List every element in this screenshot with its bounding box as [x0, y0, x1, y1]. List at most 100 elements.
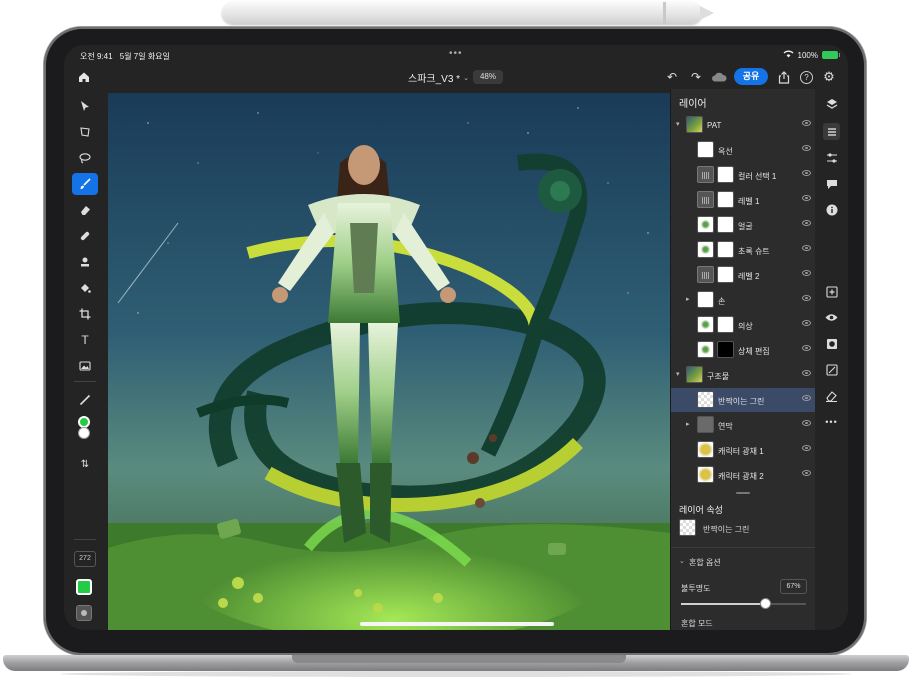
- eyedropper-tool-icon[interactable]: [72, 389, 98, 411]
- layer-row-selected[interactable]: 반짝이는 그린: [671, 388, 816, 412]
- comments-icon[interactable]: [823, 175, 840, 192]
- place-image-icon[interactable]: [72, 355, 98, 377]
- layer-row[interactable]: 옥선: [671, 138, 816, 162]
- layer-row[interactable]: 레벨 1: [671, 188, 816, 212]
- panel-resize-handle[interactable]: [736, 492, 750, 494]
- eye-icon[interactable]: [802, 120, 811, 126]
- eye-icon[interactable]: [802, 445, 811, 451]
- layer-name: 반짝이는 그린: [718, 397, 765, 406]
- eye-icon[interactable]: [802, 420, 811, 426]
- mask-icon[interactable]: [823, 335, 840, 352]
- layer-name: 컬러 선택 1: [738, 172, 777, 181]
- home-indicator[interactable]: [360, 622, 554, 626]
- layer-row[interactable]: 레벨 2: [671, 263, 816, 287]
- redo-icon[interactable]: ↷: [688, 69, 704, 85]
- move-tool-icon[interactable]: [72, 95, 98, 117]
- eye-icon[interactable]: [802, 270, 811, 276]
- add-layer-icon[interactable]: [823, 283, 840, 300]
- adjustments-sliders-icon[interactable]: [823, 149, 840, 166]
- opacity-slider-track[interactable]: [681, 603, 806, 605]
- document-title[interactable]: 스파크_V3 * ⌄: [408, 70, 469, 85]
- more-tools-icon[interactable]: •••: [72, 629, 98, 630]
- eye-icon[interactable]: [802, 195, 811, 201]
- opacity-slider-thumb[interactable]: [759, 598, 771, 609]
- export-icon[interactable]: [776, 69, 792, 85]
- visibility-eye-icon[interactable]: [823, 309, 840, 326]
- transform-tool-icon[interactable]: [72, 121, 98, 143]
- type-tool-icon[interactable]: T: [72, 329, 98, 351]
- cloud-icon[interactable]: [710, 69, 728, 85]
- home-icon[interactable]: [76, 69, 92, 85]
- adjustment-layer-icon[interactable]: [823, 361, 840, 378]
- eye-icon[interactable]: [802, 470, 811, 476]
- blend-options-header[interactable]: 혼합 옵션: [689, 557, 721, 568]
- eye-icon[interactable]: [802, 170, 811, 176]
- crop-tool-icon[interactable]: [72, 303, 98, 325]
- eye-icon[interactable]: [802, 345, 811, 351]
- layer-row[interactable]: 얼굴: [671, 213, 816, 237]
- layer-row[interactable]: 캐릭터 광채 1: [671, 438, 816, 462]
- paint-bucket-tool-icon[interactable]: [72, 277, 98, 299]
- chevron-right-icon[interactable]: ▸: [686, 420, 690, 428]
- canvas[interactable]: [108, 93, 670, 630]
- layer-name: 레벨 2: [738, 272, 760, 281]
- more-options-icon[interactable]: •••: [823, 413, 840, 430]
- eye-icon[interactable]: [802, 370, 811, 376]
- layer-row[interactable]: 초록 슈트: [671, 238, 816, 262]
- layer-row[interactable]: ▸ 손: [671, 288, 816, 312]
- selected-layer-thumbnail: [679, 519, 696, 536]
- layer-row[interactable]: ▾ 구조물: [671, 363, 816, 387]
- layers-panel-title: 레이어: [679, 99, 707, 110]
- layer-mask-thumbnail: [717, 266, 734, 283]
- eye-icon[interactable]: [802, 295, 811, 301]
- share-button[interactable]: 공유: [734, 68, 768, 85]
- clone-stamp-tool-icon[interactable]: [72, 251, 98, 273]
- help-icon[interactable]: ?: [800, 71, 813, 84]
- color-swatches[interactable]: [72, 415, 98, 439]
- layer-row[interactable]: 캐릭터 광채 2: [671, 463, 816, 487]
- layer-thumbnail: [686, 366, 703, 383]
- eye-icon[interactable]: [802, 245, 811, 251]
- undo-icon[interactable]: ↶: [664, 69, 680, 85]
- settings-gear-icon[interactable]: ⚙: [821, 69, 837, 85]
- layer-row[interactable]: 상체 편집: [671, 338, 816, 362]
- chevron-down-icon[interactable]: ▾: [676, 370, 680, 378]
- eye-icon[interactable]: [802, 320, 811, 326]
- healing-tool-icon[interactable]: [72, 225, 98, 247]
- opacity-input[interactable]: 67%: [780, 579, 807, 594]
- layer-name: 옥선: [718, 147, 733, 156]
- chevron-right-icon[interactable]: ▸: [686, 295, 690, 303]
- brush-tool-icon[interactable]: [72, 173, 98, 195]
- layer-mask-thumbnail: [717, 241, 734, 258]
- chevron-down-icon[interactable]: ⌄: [679, 557, 685, 565]
- layer-properties-title: 레이어 속성: [679, 505, 723, 515]
- eye-icon[interactable]: [802, 220, 811, 226]
- info-icon[interactable]: [823, 201, 840, 218]
- status-bar: 오전 9:41 5월 7일 화요일 ••• 100%: [64, 45, 848, 65]
- eye-icon[interactable]: [802, 395, 811, 401]
- eye-icon[interactable]: [802, 145, 811, 151]
- brush-size-field[interactable]: 272: [74, 551, 96, 567]
- zoom-level[interactable]: 48%: [473, 70, 503, 84]
- layer-row[interactable]: ▾ PAT: [671, 113, 816, 137]
- opacity-label: 불투명도: [681, 584, 711, 593]
- brush-tip-button[interactable]: [76, 605, 92, 621]
- eraser-tool-icon[interactable]: [72, 199, 98, 221]
- ipad-scene: 오전 9:41 5월 7일 화요일 ••• 100% 스파크_V3 * ⌄ 48…: [0, 0, 912, 684]
- clear-layer-icon[interactable]: [823, 387, 840, 404]
- layer-thumbnail: [697, 316, 714, 333]
- multitask-dots-icon[interactable]: •••: [449, 48, 463, 59]
- layers-stack-icon[interactable]: [823, 95, 840, 112]
- layer-thumbnail: [697, 241, 714, 258]
- layer-properties-icon[interactable]: [823, 123, 840, 140]
- lasso-tool-icon[interactable]: [72, 147, 98, 169]
- status-date: 5월 7일 화요일: [119, 52, 170, 61]
- fill-color-swatch[interactable]: [76, 579, 92, 595]
- layer-name: 캐릭터 광채 1: [718, 447, 764, 456]
- swap-colors-icon[interactable]: ⇅: [72, 453, 98, 475]
- layer-row[interactable]: 컬러 선택 1: [671, 163, 816, 187]
- chevron-down-icon[interactable]: ▾: [676, 120, 680, 128]
- layer-row[interactable]: 의상: [671, 313, 816, 337]
- layer-name: 손: [718, 297, 726, 306]
- layer-row[interactable]: ▸ 연막: [671, 413, 816, 437]
